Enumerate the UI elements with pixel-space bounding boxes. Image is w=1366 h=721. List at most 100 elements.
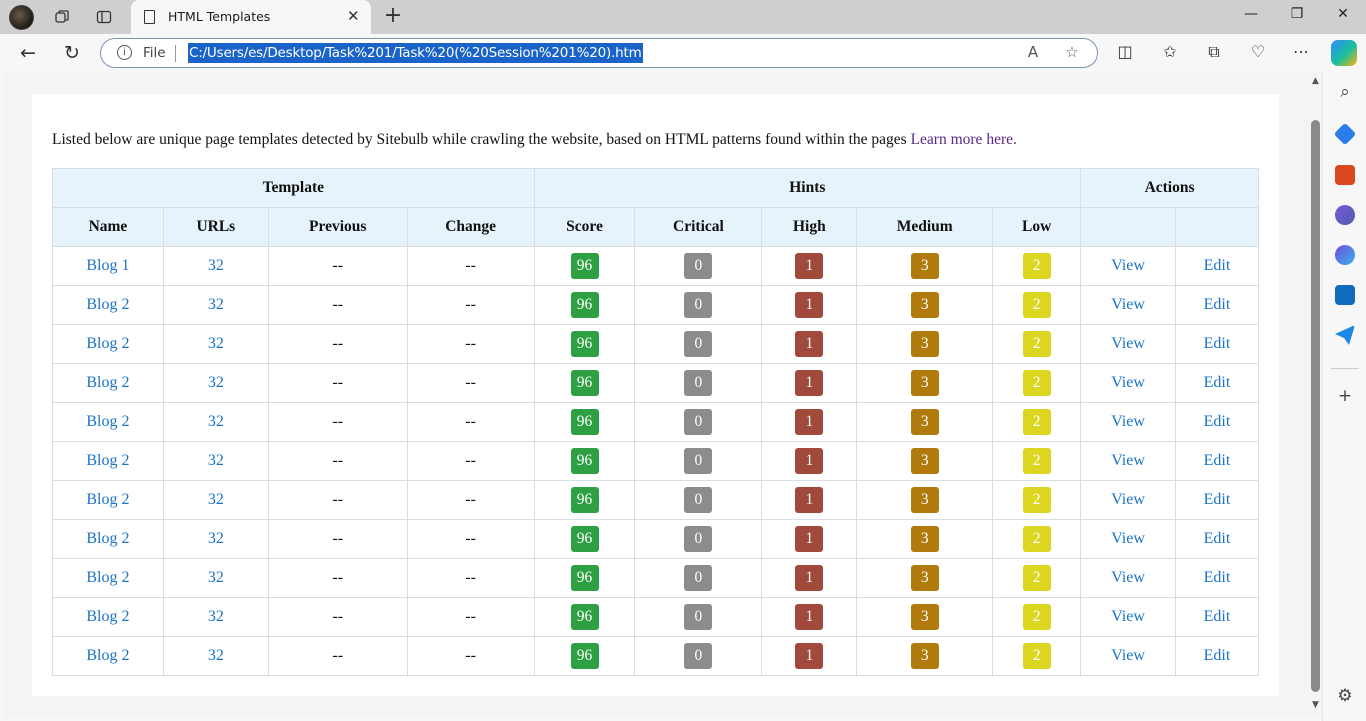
- profile-avatar[interactable]: [9, 5, 34, 30]
- scroll-down-arrow[interactable]: ▼: [1310, 700, 1321, 710]
- medium-badge[interactable]: 3: [910, 487, 939, 513]
- edit-link[interactable]: Edit: [1204, 335, 1231, 352]
- vertical-tabs-icon[interactable]: [90, 4, 118, 30]
- low-badge[interactable]: 2: [1022, 487, 1051, 513]
- scrollbar-thumb[interactable]: [1311, 120, 1320, 692]
- low-badge[interactable]: 2: [1022, 331, 1051, 357]
- low-badge[interactable]: 2: [1022, 292, 1051, 318]
- high-badge[interactable]: 1: [795, 487, 824, 513]
- read-aloud-icon[interactable]: A: [1022, 43, 1044, 65]
- view-link[interactable]: View: [1111, 335, 1145, 352]
- outlook-icon[interactable]: [1335, 285, 1355, 305]
- view-link[interactable]: View: [1111, 608, 1145, 625]
- score-badge[interactable]: 96: [570, 370, 599, 396]
- score-badge[interactable]: 96: [570, 292, 599, 318]
- edit-link[interactable]: Edit: [1204, 374, 1231, 391]
- urls-count-link[interactable]: 32: [208, 413, 224, 430]
- refresh-icon[interactable]: ↻: [58, 39, 86, 67]
- scroll-up-arrow[interactable]: ▲: [1310, 76, 1321, 86]
- site-info-icon[interactable]: i: [117, 45, 132, 60]
- score-badge[interactable]: 96: [570, 643, 599, 669]
- low-badge[interactable]: 2: [1022, 604, 1051, 630]
- high-badge[interactable]: 1: [795, 448, 824, 474]
- urls-count-link[interactable]: 32: [208, 452, 224, 469]
- template-name-link[interactable]: Blog 1: [86, 257, 129, 274]
- urls-count-link[interactable]: 32: [208, 569, 224, 586]
- low-badge[interactable]: 2: [1022, 409, 1051, 435]
- view-link[interactable]: View: [1111, 413, 1145, 430]
- high-badge[interactable]: 1: [795, 409, 824, 435]
- settings-gear-icon[interactable]: ⚙: [1334, 686, 1356, 706]
- high-badge[interactable]: 1: [795, 292, 824, 318]
- telegram-icon[interactable]: [1335, 325, 1355, 345]
- low-badge[interactable]: 2: [1022, 253, 1051, 279]
- close-window-button[interactable]: ✕: [1320, 6, 1366, 28]
- view-link[interactable]: View: [1111, 374, 1145, 391]
- critical-badge[interactable]: 0: [684, 643, 713, 669]
- workspaces-icon[interactable]: [48, 4, 76, 30]
- shopping-tag-icon[interactable]: [1333, 122, 1357, 146]
- critical-badge[interactable]: 0: [684, 253, 713, 279]
- high-badge[interactable]: 1: [795, 370, 824, 396]
- edit-link[interactable]: Edit: [1204, 257, 1231, 274]
- close-tab-icon[interactable]: ✕: [347, 7, 360, 25]
- critical-badge[interactable]: 0: [684, 487, 713, 513]
- tools-icon[interactable]: [1335, 165, 1355, 185]
- high-badge[interactable]: 1: [795, 643, 824, 669]
- critical-badge[interactable]: 0: [684, 448, 713, 474]
- score-badge[interactable]: 96: [570, 253, 599, 279]
- template-name-link[interactable]: Blog 2: [86, 296, 129, 313]
- template-name-link[interactable]: Blog 2: [86, 452, 129, 469]
- template-name-link[interactable]: Blog 2: [86, 413, 129, 430]
- high-badge[interactable]: 1: [795, 331, 824, 357]
- critical-badge[interactable]: 0: [684, 604, 713, 630]
- urls-count-link[interactable]: 32: [208, 296, 224, 313]
- medium-badge[interactable]: 3: [910, 370, 939, 396]
- template-name-link[interactable]: Blog 2: [86, 608, 129, 625]
- score-badge[interactable]: 96: [570, 409, 599, 435]
- medium-badge[interactable]: 3: [910, 643, 939, 669]
- edit-link[interactable]: Edit: [1204, 530, 1231, 547]
- restore-button[interactable]: ❐: [1274, 6, 1320, 28]
- low-badge[interactable]: 2: [1022, 565, 1051, 591]
- high-badge[interactable]: 1: [795, 604, 824, 630]
- more-options-icon[interactable]: ⋯: [1289, 42, 1313, 64]
- edit-link[interactable]: Edit: [1204, 647, 1231, 664]
- critical-badge[interactable]: 0: [684, 331, 713, 357]
- view-link[interactable]: View: [1111, 569, 1145, 586]
- edit-link[interactable]: Edit: [1204, 491, 1231, 508]
- low-badge[interactable]: 2: [1022, 370, 1051, 396]
- view-link[interactable]: View: [1111, 257, 1145, 274]
- score-badge[interactable]: 96: [570, 565, 599, 591]
- urls-count-link[interactable]: 32: [208, 257, 224, 274]
- add-icon[interactable]: +: [1334, 386, 1356, 406]
- browser-essentials-icon[interactable]: ♡: [1246, 42, 1270, 64]
- url-text[interactable]: C:/Users/es/Desktop/Task%201/Task%20(%20…: [188, 43, 643, 63]
- edit-link[interactable]: Edit: [1204, 569, 1231, 586]
- template-name-link[interactable]: Blog 2: [86, 647, 129, 664]
- copilot-icon[interactable]: [1331, 40, 1357, 66]
- copilot-apps-icon[interactable]: [1335, 245, 1355, 265]
- edit-link[interactable]: Edit: [1204, 452, 1231, 469]
- critical-badge[interactable]: 0: [684, 565, 713, 591]
- active-tab[interactable]: HTML Templates ✕: [131, 0, 371, 34]
- medium-badge[interactable]: 3: [910, 331, 939, 357]
- score-badge[interactable]: 96: [570, 604, 599, 630]
- view-link[interactable]: View: [1111, 530, 1145, 547]
- medium-badge[interactable]: 3: [910, 565, 939, 591]
- score-badge[interactable]: 96: [570, 448, 599, 474]
- back-icon[interactable]: ←: [14, 39, 42, 67]
- games-icon[interactable]: [1335, 205, 1355, 225]
- score-badge[interactable]: 96: [570, 331, 599, 357]
- low-badge[interactable]: 2: [1022, 643, 1051, 669]
- view-link[interactable]: View: [1111, 647, 1145, 664]
- medium-badge[interactable]: 3: [910, 604, 939, 630]
- medium-badge[interactable]: 3: [910, 409, 939, 435]
- high-badge[interactable]: 1: [795, 565, 824, 591]
- view-link[interactable]: View: [1111, 452, 1145, 469]
- minimize-button[interactable]: —: [1228, 6, 1274, 28]
- medium-badge[interactable]: 3: [910, 448, 939, 474]
- urls-count-link[interactable]: 32: [208, 530, 224, 547]
- critical-badge[interactable]: 0: [684, 292, 713, 318]
- vertical-scrollbar[interactable]: ▲ ▼: [1309, 72, 1322, 718]
